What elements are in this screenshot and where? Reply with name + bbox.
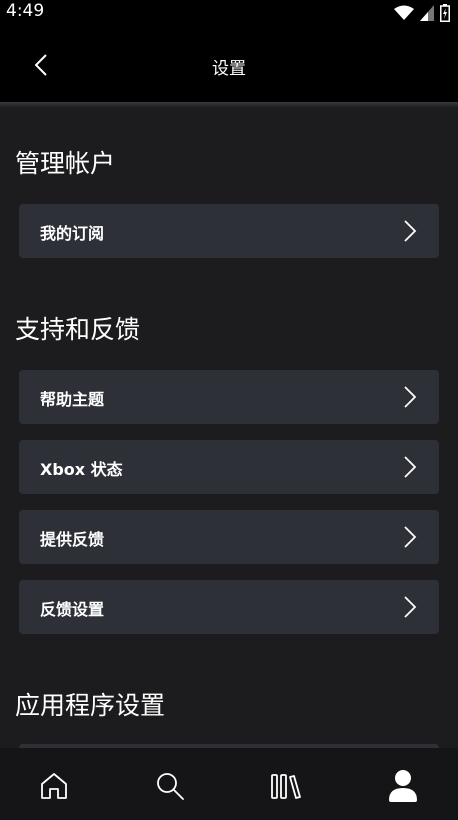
nav-home[interactable] bbox=[36, 768, 72, 804]
library-icon bbox=[271, 774, 301, 799]
app-bar: 设置 bbox=[0, 26, 458, 102]
chevron-right-icon bbox=[404, 456, 417, 478]
settings-item-xbox-status[interactable]: Xbox 状态 bbox=[19, 440, 439, 494]
settings-item-label: 我的订阅 bbox=[40, 224, 105, 243]
settings-item-label: 反馈设置 bbox=[40, 600, 105, 619]
status-time: 4:49 bbox=[6, 1, 45, 21]
settings-item-my-subscriptions[interactable]: 我的订阅 bbox=[19, 204, 439, 258]
nav-profile[interactable] bbox=[385, 768, 421, 804]
nav-library[interactable] bbox=[268, 768, 304, 804]
wifi-icon bbox=[394, 5, 414, 20]
chevron-right-icon bbox=[404, 526, 417, 548]
page-title: 设置 bbox=[212, 59, 246, 79]
signal-icon bbox=[420, 5, 434, 21]
profile-icon bbox=[389, 770, 417, 802]
settings-item-give-feedback[interactable]: 提供反馈 bbox=[19, 510, 439, 564]
bottom-nav bbox=[0, 748, 458, 820]
battery-icon bbox=[440, 4, 450, 22]
section-title-support-feedback: 支持和反馈 bbox=[15, 315, 141, 344]
home-icon bbox=[41, 773, 67, 799]
chevron-right-icon bbox=[404, 220, 417, 242]
settings-item-help-topics[interactable]: 帮助主题 bbox=[19, 370, 439, 424]
status-bar: 4:49 bbox=[0, 0, 458, 26]
nav-search[interactable] bbox=[152, 768, 188, 804]
chevron-right-icon bbox=[404, 596, 417, 618]
settings-item-label: 提供反馈 bbox=[40, 530, 105, 549]
settings-content[interactable]: 管理帐户 我的订阅 支持和反馈 帮助主题 Xbox 状态 提供反馈 反馈设置 应… bbox=[0, 108, 458, 748]
status-icons bbox=[394, 4, 450, 22]
settings-item-feedback-settings[interactable]: 反馈设置 bbox=[19, 580, 439, 634]
section-title-manage-account: 管理帐户 bbox=[15, 149, 116, 178]
settings-item-label: 帮助主题 bbox=[40, 390, 105, 409]
section-title-app-settings: 应用程序设置 bbox=[15, 691, 166, 720]
settings-item-label: Xbox 状态 bbox=[40, 460, 123, 479]
search-icon bbox=[157, 773, 184, 800]
chevron-right-icon bbox=[404, 386, 417, 408]
